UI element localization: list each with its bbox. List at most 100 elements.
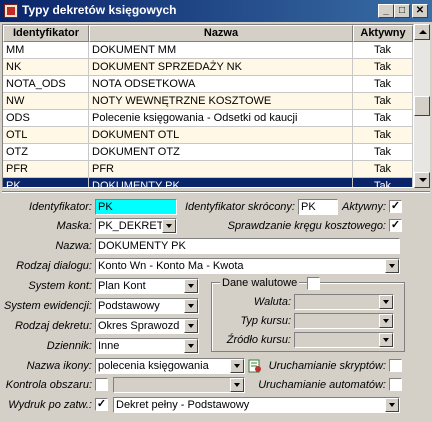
system-ewidencji-value: Podstawowy: [98, 300, 160, 312]
table-cell-active: Tak: [353, 144, 413, 160]
table-scrollbar[interactable]: [414, 24, 430, 188]
document-gear-icon: [248, 359, 262, 373]
system-kont-combo[interactable]: Plan Kont: [95, 278, 199, 294]
scroll-thumb[interactable]: [414, 96, 430, 116]
maska-value: PK_DEKRET: [98, 220, 164, 232]
column-header-aktywny[interactable]: Aktywny: [353, 25, 413, 42]
system-kont-value: Plan Kont: [98, 280, 146, 292]
table-cell-active: Tak: [353, 161, 413, 177]
chevron-down-icon[interactable]: [379, 333, 393, 347]
rodzaj-dialogu-label: Rodzaj dialogu:: [16, 260, 92, 272]
table-cell-name: DOKUMENT OTL: [89, 127, 353, 143]
chevron-down-icon[interactable]: [230, 359, 244, 373]
system-ewidencji-label: System ewidencji:: [3, 300, 92, 312]
chevron-down-icon[interactable]: [379, 314, 393, 328]
dziennik-value: Inne: [98, 340, 120, 352]
form-separator: [2, 191, 430, 193]
chevron-down-icon[interactable]: [230, 378, 244, 392]
table-cell-id: OTL: [3, 127, 89, 143]
chevron-down-icon[interactable]: [379, 295, 393, 309]
table-cell-name: NOTA ODSETKOWA: [89, 76, 353, 92]
kontrola-obszaru-combo[interactable]: [113, 377, 245, 393]
minimize-button[interactable]: _: [378, 4, 394, 18]
dane-walutowe-checkbox[interactable]: [307, 277, 320, 290]
nazwa-label: Nazwa:: [55, 240, 92, 252]
table-cell-id: PK: [3, 178, 89, 187]
table-cell-id: OTZ: [3, 144, 89, 160]
table-cell-active: Tak: [353, 110, 413, 126]
maska-combo[interactable]: PK_DEKRET: [95, 218, 177, 234]
table-cell-id: ODS: [3, 110, 89, 126]
dziennik-combo[interactable]: Inne: [95, 338, 199, 354]
system-ewidencji-combo[interactable]: Podstawowy: [95, 298, 199, 314]
nazwa-ikony-combo[interactable]: polecenia księgowania: [95, 358, 245, 374]
table-row[interactable]: PFR PFR Tak: [3, 161, 413, 178]
table-cell-active: Tak: [353, 178, 413, 187]
table-cell-active: Tak: [353, 59, 413, 75]
scroll-up-button[interactable]: [414, 24, 430, 40]
rodzaj-dekretu-combo[interactable]: Okres Sprawozd: [95, 318, 199, 334]
table-cell-active: Tak: [353, 42, 413, 58]
table-row[interactable]: NK DOKUMENT SPRZEDAŻY NK Tak: [3, 59, 413, 76]
table-cell-id: NW: [3, 93, 89, 109]
sprawdzanie-label: Sprawdzanie kręgu kosztowego:: [227, 220, 386, 232]
identyfikator-skrocony-input[interactable]: PK: [298, 199, 338, 215]
nazwa-ikony-value: polecenia księgowania: [98, 360, 209, 372]
dane-walutowe-label: Dane walutowe: [220, 276, 300, 290]
table-cell-active: Tak: [353, 127, 413, 143]
table-cell-id: NK: [3, 59, 89, 75]
app-icon[interactable]: [4, 4, 18, 18]
typ-kursu-label: Typ kursu:: [240, 315, 291, 327]
sprawdzanie-checkbox[interactable]: ✓: [389, 219, 402, 232]
chevron-down-icon[interactable]: [385, 398, 399, 412]
identyfikator-skrocony-label: Identyfikator skrócony:: [184, 201, 295, 213]
table-cell-name: Polecenie księgowania - Odsetki od kaucj…: [89, 110, 353, 126]
maska-label: Maska:: [56, 220, 92, 232]
chevron-down-icon[interactable]: [184, 319, 198, 333]
dekret-types-table[interactable]: Identyfikator Nazwa Aktywny MM DOKUMENT M…: [2, 24, 414, 188]
scroll-down-button[interactable]: [414, 172, 430, 188]
rodzaj-dialogu-combo[interactable]: Konto Wn - Konto Ma - Kwota: [95, 258, 400, 274]
chevron-down-icon[interactable]: [184, 299, 198, 313]
zrodlo-kursu-combo[interactable]: [294, 332, 394, 348]
nazwa-input[interactable]: DOKUMENTY PK: [95, 238, 400, 254]
table-cell-name: PFR: [89, 161, 353, 177]
wydruk-checkbox[interactable]: ✓: [95, 398, 108, 411]
identyfikator-label: Identyfikator:: [29, 201, 92, 213]
table-row[interactable]: OTL DOKUMENT OTL Tak: [3, 127, 413, 144]
table-row[interactable]: MM DOKUMENT MM Tak: [3, 42, 413, 59]
table-cell-name: DOKUMENT MM: [89, 42, 353, 58]
aktywny-label: Aktywny:: [341, 201, 386, 213]
chevron-down-icon[interactable]: [184, 279, 198, 293]
table-row[interactable]: ODS Polecenie księgowania - Odsetki od ka…: [3, 110, 413, 127]
table-cell-name: DOKUMENTY PK: [89, 178, 353, 187]
kontrola-obszaru-label: Kontrola obszaru:: [5, 379, 92, 391]
wydruk-label: Wydruk po zatw.:: [8, 399, 92, 411]
table-row[interactable]: PK DOKUMENTY PK Tak: [3, 178, 413, 187]
aktywny-checkbox[interactable]: ✓: [389, 200, 402, 213]
chevron-down-icon[interactable]: [162, 219, 176, 233]
wydruk-combo[interactable]: Dekret pełny - Podstawowy: [113, 397, 400, 413]
column-header-nazwa[interactable]: Nazwa: [89, 25, 353, 42]
kontrola-obszaru-checkbox[interactable]: [95, 378, 108, 391]
table-row[interactable]: OTZ DOKUMENT OTZ Tak: [3, 144, 413, 161]
zrodlo-kursu-label: Źródło kursu:: [226, 334, 291, 346]
rodzaj-dialogu-value: Konto Wn - Konto Ma - Kwota: [98, 260, 244, 272]
nazwa-ikony-label: Nazwa ikony:: [26, 360, 92, 372]
maximize-button[interactable]: □: [394, 4, 410, 18]
table-row[interactable]: NOTA_ODS NOTA ODSETKOWA Tak: [3, 76, 413, 93]
chevron-down-icon[interactable]: [385, 259, 399, 273]
table-cell-name: DOKUMENT OTZ: [89, 144, 353, 160]
table-row[interactable]: NW NOTY WEWNĘTRZNE KOSZTOWE Tak: [3, 93, 413, 110]
uruchamianie-automatow-label: Uruchamianie automatów:: [258, 379, 386, 391]
system-kont-label: System kont:: [28, 280, 92, 292]
uruchamianie-skryptow-label: Uruchamianie skryptów:: [268, 360, 386, 372]
identyfikator-input[interactable]: PK: [95, 199, 177, 215]
close-button[interactable]: ✕: [412, 4, 428, 18]
uruchamianie-automatow-checkbox[interactable]: [389, 378, 402, 391]
column-header-identyfikator[interactable]: Identyfikator: [3, 25, 89, 42]
uruchamianie-skryptow-checkbox[interactable]: [389, 359, 402, 372]
waluta-combo[interactable]: [294, 294, 394, 310]
typ-kursu-combo[interactable]: [294, 313, 394, 329]
chevron-down-icon[interactable]: [184, 339, 198, 353]
